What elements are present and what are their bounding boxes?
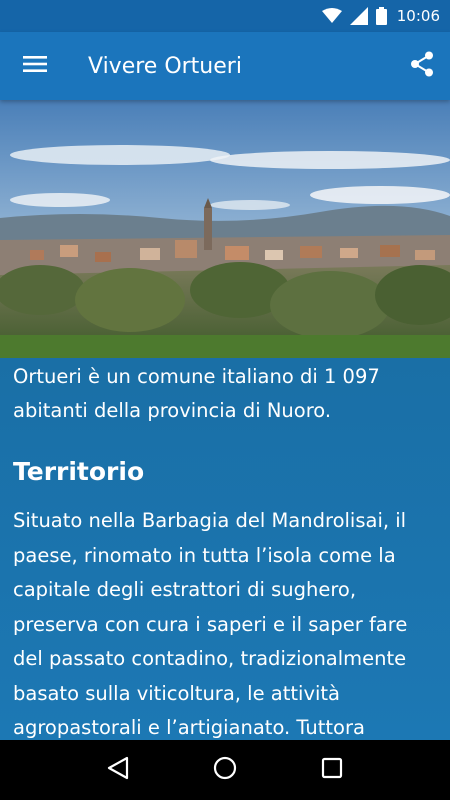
app-bar: Vivere Ortueri xyxy=(0,32,450,100)
share-icon xyxy=(410,51,434,81)
recents-button[interactable] xyxy=(312,750,352,790)
home-button[interactable] xyxy=(205,750,245,790)
section-title: Territorio xyxy=(13,457,145,486)
home-icon xyxy=(213,756,237,784)
system-nav-bar xyxy=(0,740,450,800)
hero-image xyxy=(0,100,450,358)
status-bar: 10:06 xyxy=(0,0,450,32)
battery-icon xyxy=(375,7,387,25)
section-body: Situato nella Barbagia del Mandrolisai, … xyxy=(13,509,408,739)
menu-button[interactable] xyxy=(0,32,70,100)
share-button[interactable] xyxy=(394,32,450,100)
village-photo xyxy=(0,100,450,358)
back-icon xyxy=(107,756,129,784)
article-content: Ortueri è un comune italiano di 1 097 ab… xyxy=(0,358,450,740)
app-title: Vivere Ortueri xyxy=(88,53,242,79)
signal-icon xyxy=(349,7,368,25)
status-time: 10:06 xyxy=(396,7,440,25)
menu-icon xyxy=(23,55,47,77)
recents-icon xyxy=(321,757,343,783)
back-button[interactable] xyxy=(98,750,138,790)
wifi-icon xyxy=(321,8,342,24)
intro-text: Ortueri è un comune italiano di 1 097 ab… xyxy=(13,365,380,422)
